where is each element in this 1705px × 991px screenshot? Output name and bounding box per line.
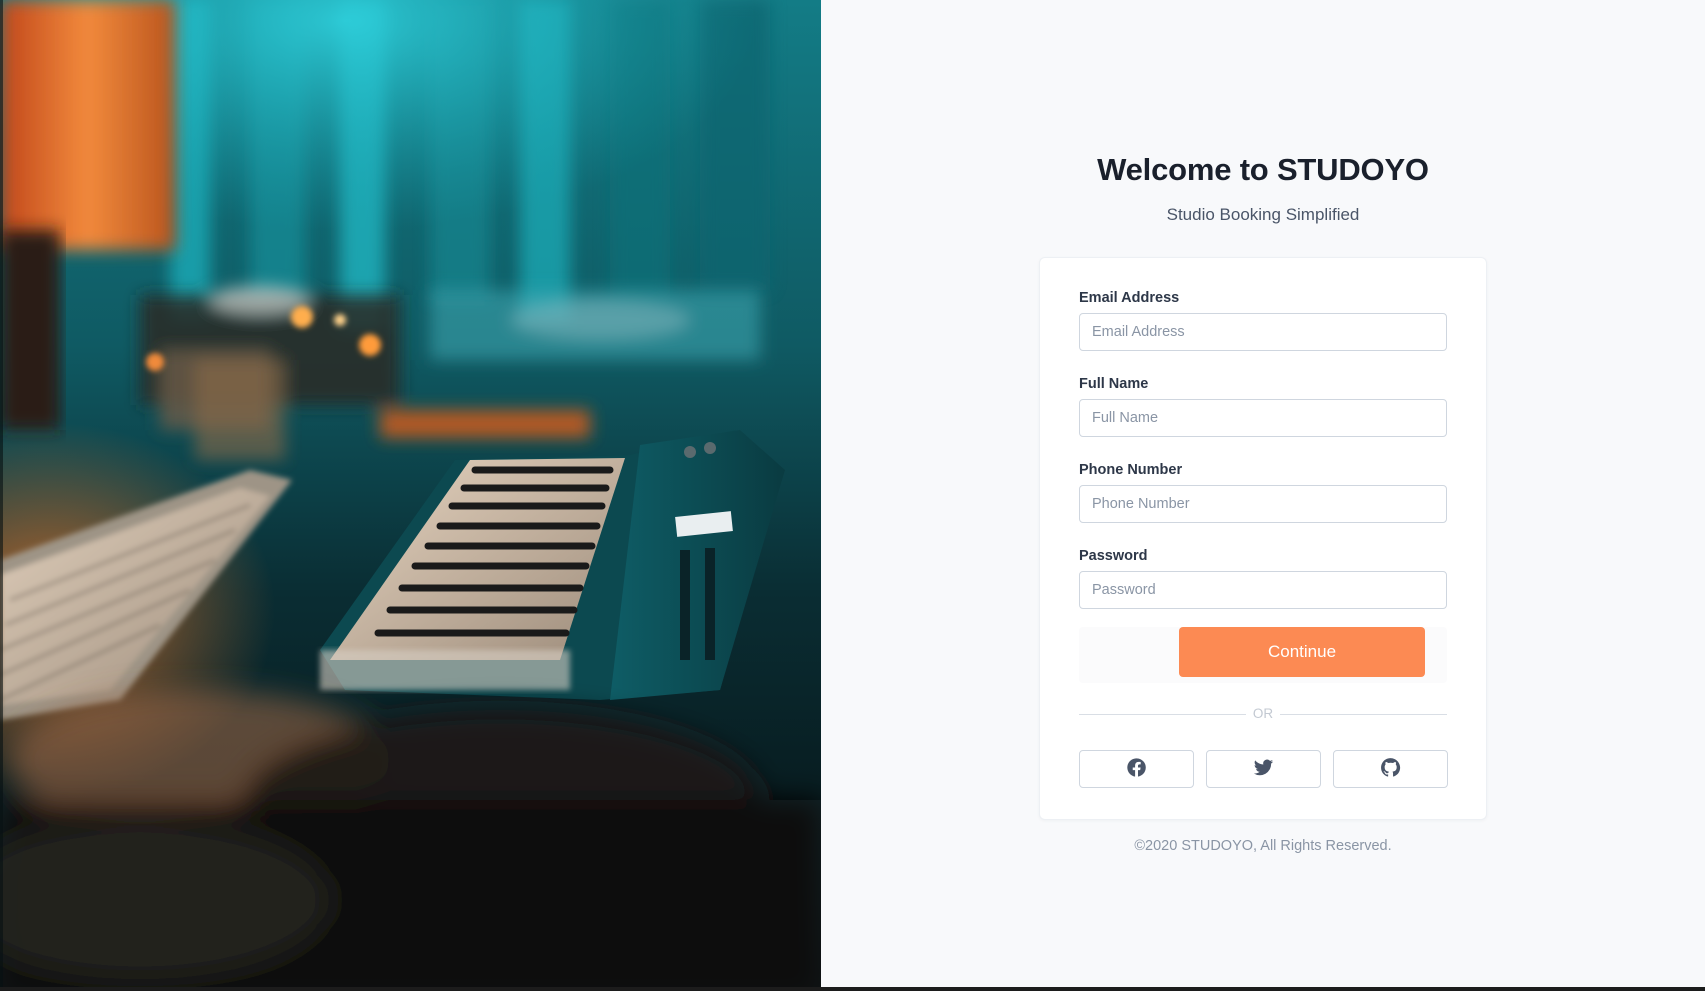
password-field[interactable]: [1079, 571, 1447, 609]
email-field[interactable]: [1079, 313, 1447, 351]
page-subtitle: Studio Booking Simplified: [1166, 205, 1360, 224]
studio-photo: [0, 0, 821, 987]
window-bottom-edge: [0, 987, 1705, 991]
full-name-label: Full Name: [1079, 376, 1149, 392]
page-title: Welcome to STUDOYO: [1097, 152, 1429, 187]
signup-page: Welcome to STUDOYO Studio Booking Simpli…: [0, 0, 1705, 991]
twitter-icon: [1253, 757, 1274, 781]
email-label: Email Address: [1079, 290, 1180, 306]
github-login-button[interactable]: [1333, 750, 1448, 788]
auth-panel: Welcome to STUDOYO Studio Booking Simpli…: [821, 0, 1705, 987]
github-icon: [1380, 757, 1401, 781]
phone-label: Phone Number: [1079, 462, 1183, 478]
submit-row: Continue: [1079, 627, 1447, 683]
twitter-login-button[interactable]: [1206, 750, 1321, 788]
divider-line-right: [1280, 714, 1447, 715]
continue-button[interactable]: Continue: [1179, 627, 1425, 677]
or-divider: OR: [1079, 706, 1447, 724]
facebook-login-button[interactable]: [1079, 750, 1194, 788]
phone-number-field[interactable]: [1079, 485, 1447, 523]
full-name-field[interactable]: [1079, 399, 1447, 437]
password-label: Password: [1079, 548, 1148, 564]
copyright-footer: ©2020 STUDOYO, All Rights Reserved.: [1134, 838, 1392, 854]
facebook-icon: [1126, 757, 1147, 781]
signup-form: Email Address Full Name Phone Number Pas…: [1039, 257, 1487, 820]
